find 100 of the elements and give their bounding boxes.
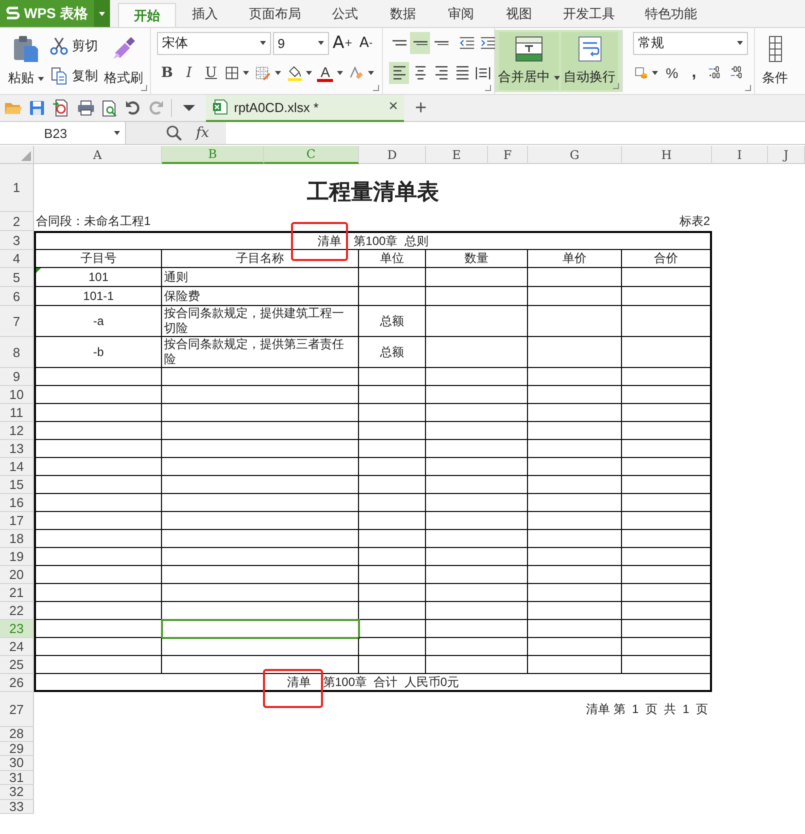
ribbon-tab[interactable]: 开始 <box>118 3 176 27</box>
ribbon-tab[interactable]: 页面布局 <box>234 0 316 27</box>
dialog-launcher-icon[interactable] <box>373 85 379 91</box>
ribbon-tab[interactable]: 视图 <box>490 0 548 27</box>
unit-cell <box>359 287 426 306</box>
row-header[interactable]: 12 <box>0 422 34 440</box>
row-header[interactable]: 24 <box>0 638 34 656</box>
align-bottom-icon <box>434 40 448 46</box>
row-header[interactable]: 5 <box>0 268 34 287</box>
item-name-cell: 按合同条款规定，提供建筑工程一切险 <box>162 306 359 337</box>
ribbon-tab[interactable]: 公式 <box>316 0 374 27</box>
wrap-text-button[interactable]: 自动换行 <box>561 32 618 90</box>
number-format-dropdown[interactable]: 常规 <box>633 32 748 54</box>
row-header[interactable]: 11 <box>0 404 34 422</box>
ribbon-tab[interactable]: 数据 <box>374 0 432 27</box>
row-header[interactable]: 3 <box>0 231 34 250</box>
grow-font-button[interactable]: A$^{+}$ <box>331 32 354 54</box>
row-header[interactable]: 2 <box>0 212 34 231</box>
row-header[interactable]: 16 <box>0 494 34 512</box>
row-header[interactable]: 25 <box>0 656 34 674</box>
ribbon-tab[interactable]: 插入 <box>176 0 234 27</box>
conditional-format-button[interactable]: 条件 <box>761 31 789 93</box>
comma-button[interactable]: , <box>684 62 704 84</box>
zoom-icon[interactable] <box>166 125 182 141</box>
ribbon-tab[interactable]: 审阅 <box>432 0 490 27</box>
column-header[interactable]: G <box>528 146 622 164</box>
print-icon[interactable] <box>77 100 95 116</box>
row-header[interactable]: 8 <box>0 337 34 368</box>
grid-pencil-icon <box>254 65 271 81</box>
row-header[interactable]: 29 <box>0 742 34 756</box>
cut-button[interactable]: 剪切 <box>50 35 98 57</box>
font-name-dropdown[interactable]: 宋体 <box>157 32 271 54</box>
column-heading: 子目号 <box>34 250 162 268</box>
export-document-icon[interactable] <box>52 99 70 117</box>
new-tab-button[interactable]: + <box>411 96 431 120</box>
dialog-launcher-icon[interactable] <box>141 85 147 91</box>
row-header[interactable]: 9 <box>0 368 34 386</box>
row-header[interactable]: 14 <box>0 458 34 476</box>
row-header[interactable]: 7 <box>0 306 34 337</box>
paste-button[interactable]: 粘贴 <box>8 31 44 93</box>
table-cell <box>359 512 426 530</box>
align-justify-icon <box>456 66 468 80</box>
copy-button[interactable]: 复制 <box>50 65 98 87</box>
column-header[interactable]: H <box>622 146 712 164</box>
row-header[interactable]: 10 <box>0 386 34 404</box>
column-header[interactable]: I <box>712 146 768 164</box>
row-header[interactable]: 30 <box>0 756 34 770</box>
row-header[interactable]: 33 <box>0 800 34 814</box>
app-dropdown-button[interactable] <box>94 0 110 27</box>
ribbon-tab[interactable]: 开发工具 <box>548 0 630 27</box>
font-size-dropdown[interactable]: 9 <box>272 32 330 54</box>
row-header[interactable]: 4 <box>0 250 34 268</box>
ribbon-tab[interactable]: 特色功能 <box>630 0 712 27</box>
row-header[interactable]: 31 <box>0 770 34 785</box>
row-header[interactable]: 15 <box>0 476 34 494</box>
column-header[interactable]: F <box>488 146 528 164</box>
row-header[interactable]: 13 <box>0 440 34 458</box>
row-header[interactable]: 6 <box>0 287 34 306</box>
table-cell <box>359 620 426 638</box>
bold-button[interactable]: B <box>157 62 177 84</box>
row-header[interactable]: 1 <box>0 164 34 212</box>
underline-button[interactable]: U <box>201 62 221 84</box>
column-header[interactable]: J <box>768 146 805 164</box>
row-header[interactable]: 26 <box>0 674 34 692</box>
save-icon[interactable] <box>29 100 45 116</box>
sheet-title: 工程量清单表 <box>306 178 440 206</box>
dialog-launcher-icon[interactable] <box>485 85 491 91</box>
row-header[interactable]: 17 <box>0 512 34 530</box>
document-tab[interactable]: rptA0CD.xlsx * × <box>206 94 404 122</box>
row-header[interactable]: 20 <box>0 566 34 584</box>
column-header[interactable]: E <box>426 146 488 164</box>
selected-cell[interactable] <box>162 620 359 638</box>
row-header[interactable]: 28 <box>0 727 34 742</box>
paint-bucket-icon <box>286 64 302 82</box>
font-color-button[interactable]: A <box>316 62 344 84</box>
unit-cell <box>359 268 426 287</box>
align-middle-button[interactable] <box>410 32 430 54</box>
percent-button[interactable]: % <box>662 62 682 84</box>
insert-function-button[interactable]: fx <box>196 125 210 141</box>
app-menu-button[interactable]: WPS 表格 <box>0 0 94 27</box>
dialog-launcher-icon[interactable] <box>745 85 751 91</box>
borders-icon <box>225 65 239 81</box>
row-header[interactable]: 27 <box>0 692 34 727</box>
undo-icon[interactable] <box>125 100 141 116</box>
column-header[interactable]: A <box>34 146 162 164</box>
format-painter-button[interactable]: 格式刷 <box>104 31 143 93</box>
align-left-button[interactable] <box>389 62 409 84</box>
row-header[interactable]: 19 <box>0 548 34 566</box>
row-header[interactable]: 32 <box>0 785 34 800</box>
table-cell <box>359 602 426 620</box>
column-header[interactable]: D <box>359 146 426 164</box>
merge-center-button[interactable]: 合并居中 <box>499 32 559 90</box>
align-center-icon <box>414 66 426 80</box>
print-preview-icon[interactable] <box>102 100 118 116</box>
close-tab-button[interactable]: × <box>388 98 398 116</box>
row-header[interactable]: 18 <box>0 530 34 548</box>
table-cell <box>359 422 426 440</box>
row-header[interactable]: 22 <box>0 602 34 620</box>
row-header[interactable]: 21 <box>0 584 34 602</box>
italic-button[interactable]: I <box>179 62 199 84</box>
